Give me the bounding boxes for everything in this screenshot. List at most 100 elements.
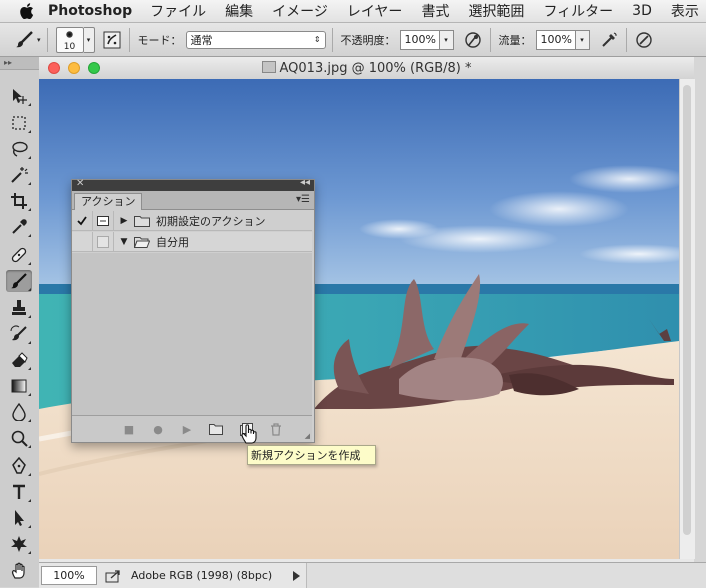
brush-panel-toggle-icon[interactable] (101, 29, 123, 51)
pressure-opacity-icon[interactable] (462, 29, 484, 51)
divider (128, 27, 130, 52)
divider (331, 27, 333, 52)
brush-preset-picker[interactable]: 10 (55, 26, 84, 53)
tool-preset-dropdown-icon[interactable]: ▾ (37, 36, 41, 44)
menu-edit[interactable]: 編集 (225, 1, 253, 21)
menu-view[interactable]: 表示 (671, 1, 699, 21)
expand-triangle-icon[interactable]: ▶ (118, 216, 130, 226)
brush-preset-dropdown[interactable]: ▾ (83, 26, 95, 53)
menu-layer[interactable]: レイヤー (347, 1, 403, 21)
begin-recording-icon[interactable]: ● (151, 422, 165, 436)
document-title-bar[interactable]: AQ013.jpg @ 100% (RGB/8) * (39, 57, 694, 80)
flow-input[interactable]: 100% (535, 29, 576, 50)
healing-brush-tool-icon[interactable] (6, 244, 32, 266)
menu-bar: Photoshop ファイル 編集 イメージ レイヤー 書式 選択範囲 フィルタ… (0, 0, 706, 23)
hand-tool-icon[interactable] (6, 560, 32, 582)
menu-file[interactable]: ファイル (150, 1, 206, 21)
status-bar-filler (306, 563, 706, 588)
airbrush-icon[interactable] (598, 29, 620, 51)
status-bar: 100% Adobe RGB (1998) (8bpc) (39, 562, 706, 588)
collapse-triangle-icon[interactable]: ▼ (118, 237, 130, 247)
document-title-text: AQ013.jpg @ 100% (RGB/8) * (279, 61, 472, 76)
brush-tool-preset-icon[interactable] (14, 29, 36, 51)
collapse-panel-icon[interactable]: ◂◂ (300, 177, 310, 188)
options-bar: ▾ 10 ▾ モード： 通常 ⇕ 不透明度： 100% ▾ 流量： 100% ▾ (0, 23, 706, 57)
dodge-tool-icon[interactable] (6, 427, 32, 449)
blend-mode-value: 通常 (190, 33, 213, 47)
toggle-item-checkbox[interactable] (72, 211, 93, 230)
gradient-tool-icon[interactable] (6, 375, 32, 397)
hand-cursor-icon (240, 423, 258, 445)
divider (46, 27, 48, 52)
actions-panel-footer: ■ ● ▶ ◢ (72, 415, 312, 442)
action-set-label: 自分用 (156, 235, 189, 249)
document-title: AQ013.jpg @ 100% (RGB/8) * (39, 61, 694, 76)
flow-label: 流量： (498, 33, 532, 47)
blend-mode-select[interactable]: 通常 ⇕ (185, 30, 326, 49)
opacity-input[interactable]: 100% (399, 29, 440, 50)
move-tool-icon[interactable] (6, 85, 32, 107)
type-tool-icon[interactable] (6, 481, 32, 503)
eraser-tool-icon[interactable] (6, 349, 32, 371)
menu-3d[interactable]: 3D (632, 3, 652, 19)
action-set-row[interactable]: ▶ 初期設定のアクション (72, 211, 312, 231)
toggle-dialog-icon[interactable] (93, 211, 114, 230)
tooltip: 新規アクションを作成 (247, 445, 376, 465)
folder-icon (134, 215, 150, 227)
document-profile-text: Adobe RGB (1998) (8bpc) (131, 569, 273, 582)
status-menu-arrow-icon[interactable] (293, 570, 300, 581)
actions-panel-header[interactable]: ✕ ◂◂ (72, 177, 314, 191)
toggle-dialog-icon[interactable] (93, 232, 114, 251)
vertical-scrollbar[interactable] (679, 79, 695, 559)
actions-panel: ✕ ◂◂ アクション ▾☰ ▶ 初期設定のアクション ▼ 自分用 ■ ● ▶ ◢ (71, 177, 315, 443)
action-set-label: 初期設定のアクション (156, 214, 266, 228)
zoom-level-field[interactable]: 100% (41, 566, 97, 585)
tools-panel: ▸▸ (0, 57, 40, 587)
folder-open-icon (134, 236, 150, 248)
menu-image[interactable]: イメージ (272, 1, 328, 21)
divider (625, 27, 627, 52)
eyedropper-tool-icon[interactable] (6, 216, 32, 238)
lasso-tool-icon[interactable] (6, 138, 32, 160)
menu-select[interactable]: 選択範囲 (468, 1, 524, 21)
opacity-dropdown[interactable]: ▾ (439, 29, 454, 50)
pen-tool-icon[interactable] (6, 455, 32, 477)
clone-stamp-tool-icon[interactable] (6, 297, 32, 319)
crop-tool-icon[interactable] (6, 190, 32, 212)
flow-dropdown[interactable]: ▾ (575, 29, 590, 50)
mode-label: モード： (137, 33, 182, 47)
resize-grip-icon[interactable]: ◢ (305, 432, 310, 440)
path-selection-tool-icon[interactable] (6, 507, 32, 529)
menu-filter[interactable]: フィルター (543, 1, 613, 21)
actions-panel-tabs: アクション ▾☰ (72, 191, 314, 210)
vertical-scrollbar-thumb[interactable] (683, 85, 691, 535)
delete-icon[interactable] (269, 422, 283, 436)
share-icon[interactable] (105, 569, 121, 583)
actions-list-empty-area[interactable] (72, 253, 312, 415)
create-new-set-icon[interactable] (209, 422, 223, 436)
tab-actions[interactable]: アクション (74, 193, 143, 210)
custom-shape-tool-icon[interactable] (6, 533, 32, 555)
select-arrows-icon: ⇕ (313, 35, 321, 44)
brush-size-label: 10 (63, 41, 76, 52)
play-selection-icon[interactable]: ▶ (180, 422, 194, 436)
document-icon (261, 61, 276, 73)
divider (489, 27, 491, 52)
close-panel-icon[interactable]: ✕ (76, 178, 84, 189)
tools-panel-grip[interactable]: ▸▸ (0, 57, 39, 70)
blur-tool-icon[interactable] (6, 401, 32, 423)
history-brush-tool-icon[interactable] (6, 323, 32, 345)
apple-icon[interactable] (20, 3, 34, 19)
toggle-item-checkbox[interactable] (72, 232, 93, 251)
pressure-size-icon[interactable] (633, 29, 655, 51)
menu-type[interactable]: 書式 (421, 1, 449, 21)
opacity-label: 不透明度： (340, 33, 396, 47)
menu-app-name[interactable]: Photoshop (48, 3, 132, 19)
brush-tip-icon (65, 30, 73, 38)
action-set-row[interactable]: ▼ 自分用 (72, 232, 312, 252)
marquee-tool-icon[interactable] (6, 112, 32, 134)
magic-wand-tool-icon[interactable] (6, 164, 32, 186)
brush-tool-icon[interactable] (6, 270, 32, 292)
stop-recording-icon[interactable]: ■ (122, 422, 136, 436)
panel-menu-icon[interactable]: ▾☰ (296, 194, 310, 205)
